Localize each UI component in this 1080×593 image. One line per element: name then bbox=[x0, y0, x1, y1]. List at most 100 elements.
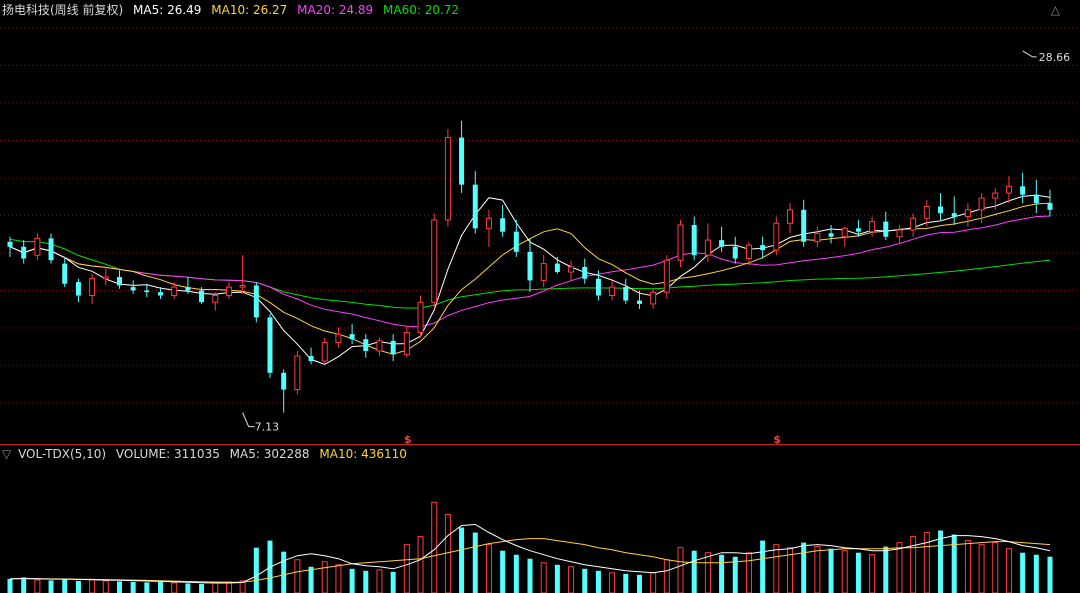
volume-bar bbox=[582, 568, 588, 593]
volume-bar bbox=[34, 579, 41, 593]
candle-body bbox=[294, 355, 301, 391]
volume-bar bbox=[294, 559, 301, 593]
volume-bar bbox=[444, 513, 451, 593]
candle-body bbox=[130, 287, 136, 291]
stock-title: 扬电科技(周线 前复权) bbox=[2, 3, 124, 17]
volume-bar bbox=[951, 534, 957, 593]
candle-body bbox=[513, 231, 519, 252]
volume-bar bbox=[540, 562, 547, 593]
stock-chart[interactable]: 28.667.13$ $ bbox=[0, 0, 1080, 593]
triangle-up-icon[interactable]: △ bbox=[1051, 3, 1060, 17]
volume-indicator-title: VOL-TDX(5,10) bbox=[18, 447, 107, 461]
candle-body bbox=[910, 217, 917, 231]
volume-bar bbox=[144, 582, 150, 593]
volume-bar bbox=[1020, 552, 1026, 593]
ma5-label: MA5: 26.49 bbox=[133, 3, 202, 17]
volume-bar bbox=[390, 571, 396, 593]
volume-bar bbox=[308, 566, 314, 593]
volume-bar bbox=[21, 577, 27, 593]
candle-body bbox=[417, 301, 424, 333]
volume-bar bbox=[75, 580, 81, 593]
candle-body bbox=[650, 291, 657, 305]
candle-body bbox=[281, 372, 287, 390]
candle-body bbox=[102, 276, 109, 280]
candle-body bbox=[7, 241, 13, 247]
ma60-label: MA60: 20.72 bbox=[383, 3, 460, 17]
candle-body bbox=[472, 184, 478, 229]
candle-body bbox=[951, 213, 957, 217]
candle-body bbox=[431, 219, 438, 303]
candle-body bbox=[48, 238, 54, 261]
candle-body bbox=[745, 244, 752, 260]
volume-bar bbox=[281, 551, 287, 593]
candle-body bbox=[691, 224, 697, 256]
volume-bar bbox=[992, 542, 999, 593]
volume-bar bbox=[459, 527, 465, 593]
candle-body bbox=[992, 192, 999, 199]
candle-body bbox=[582, 266, 588, 279]
candlesticks[interactable] bbox=[7, 120, 1053, 413]
candle-body bbox=[964, 209, 971, 218]
candle-body bbox=[308, 356, 314, 362]
candle-body bbox=[376, 340, 383, 352]
triangle-down-icon[interactable]: ▽ bbox=[2, 447, 11, 461]
volume-bar bbox=[185, 583, 191, 593]
candle-body bbox=[527, 251, 533, 281]
ma20-label: MA20: 24.89 bbox=[297, 3, 374, 17]
volume-bar bbox=[253, 547, 259, 593]
candle-body bbox=[704, 239, 711, 256]
candle-body bbox=[349, 334, 355, 340]
volume-bar bbox=[964, 540, 971, 593]
volume-bar bbox=[855, 552, 861, 593]
volume-bar bbox=[116, 581, 122, 593]
candle-body bbox=[896, 229, 903, 238]
volume-bar bbox=[663, 559, 670, 593]
candle-body bbox=[978, 197, 985, 211]
candle-body bbox=[335, 333, 342, 344]
candle-body bbox=[883, 221, 889, 237]
candle-body bbox=[75, 282, 81, 296]
volume-bar bbox=[978, 544, 985, 593]
candle-body bbox=[444, 137, 451, 221]
candle-body bbox=[62, 263, 68, 284]
volume-bar bbox=[677, 547, 684, 593]
volume-bar bbox=[828, 548, 834, 593]
volume-bar bbox=[814, 546, 821, 593]
candle-body bbox=[677, 224, 684, 261]
volume-bar bbox=[527, 558, 533, 593]
candle-body bbox=[814, 232, 821, 243]
candle-body bbox=[363, 339, 369, 351]
annotation-leader bbox=[242, 412, 255, 428]
volume-bar bbox=[719, 554, 725, 593]
volume-bar bbox=[130, 581, 136, 593]
volume-bar bbox=[376, 569, 383, 593]
volume-ma5-label: MA5: 302288 bbox=[229, 447, 310, 461]
volume-bar bbox=[199, 583, 205, 593]
volume-bar bbox=[801, 542, 807, 593]
volume-bar bbox=[62, 578, 68, 593]
volume-bar bbox=[595, 570, 601, 593]
volume-bar bbox=[650, 572, 657, 593]
candle-body bbox=[267, 317, 273, 373]
volume-bar bbox=[158, 581, 164, 593]
volume-bar bbox=[623, 573, 629, 593]
volume-bar bbox=[321, 561, 328, 593]
candle-body bbox=[89, 278, 96, 297]
volume-bar bbox=[349, 568, 355, 593]
volume-bar bbox=[841, 550, 848, 593]
candle-body bbox=[869, 221, 876, 233]
volume-bar bbox=[1047, 556, 1053, 593]
volume-bar bbox=[883, 546, 889, 593]
volume-bar bbox=[485, 544, 492, 593]
volume-bar bbox=[89, 578, 96, 593]
candle-body bbox=[855, 228, 861, 232]
candle-body bbox=[1020, 186, 1026, 195]
volume-bar bbox=[1033, 554, 1039, 593]
annotation-low: 7.13 bbox=[255, 421, 280, 434]
volume-bar bbox=[869, 554, 876, 593]
volume-bar bbox=[691, 550, 697, 593]
candle-body bbox=[21, 246, 27, 259]
volume-bar bbox=[48, 580, 54, 593]
candle-body bbox=[403, 331, 410, 355]
volume-bar bbox=[212, 582, 219, 593]
